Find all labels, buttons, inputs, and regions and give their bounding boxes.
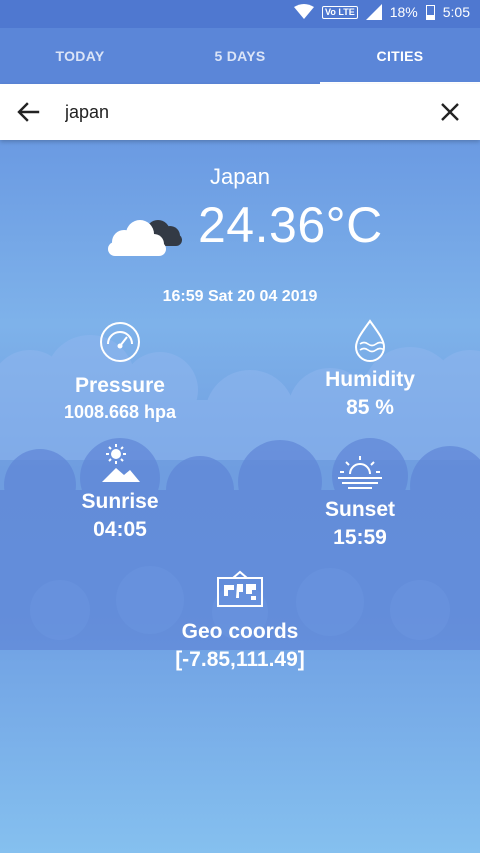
weather-panel: Japan 24.36°C 16:59 Sat 20 04 2019 Press…: [0, 140, 480, 853]
temperature: 24.36°C: [198, 197, 383, 253]
geo-coords-value: [-7.85,111.49]: [175, 648, 305, 671]
gauge-icon: [100, 322, 140, 362]
status-bar: Vo LTE 18% 5:05: [0, 0, 480, 28]
signal-icon: [365, 4, 382, 20]
city-name: Japan: [210, 164, 270, 189]
sunset-label: Sunset: [324, 498, 395, 521]
status-icons: Vo LTE 18% 5:05: [294, 4, 470, 20]
wifi-icon: [294, 4, 315, 19]
sunrise-stat: Sunrise 04:05: [40, 442, 200, 542]
geo-coords-label: Geo coords: [181, 620, 299, 643]
battery-percent: 18%: [389, 4, 418, 20]
search-bar: [0, 84, 480, 140]
tab-today[interactable]: TODAY: [0, 28, 160, 84]
geo-coords-stat: Geo coords [-7.85,111.49]: [120, 570, 360, 672]
map-icon: [217, 570, 263, 607]
close-icon[interactable]: [436, 98, 464, 126]
battery-icon: [425, 4, 435, 20]
sunset-icon: [338, 456, 382, 489]
tab-cities[interactable]: CITIES: [320, 28, 480, 84]
tab-bar: TODAY 5 DAYS CITIES: [0, 28, 480, 84]
sunrise-label: Sunrise: [81, 490, 159, 513]
humidity-value: 85 %: [346, 396, 394, 419]
sunrise-icon: [102, 444, 140, 482]
sunset-stat: Sunset 15:59: [280, 452, 440, 550]
sunrise-value: 04:05: [93, 518, 147, 541]
date-time: 16:59 Sat 20 04 2019: [162, 288, 318, 305]
sunset-value: 15:59: [333, 526, 387, 549]
pressure-stat: Pressure 1008.668 hpa: [40, 320, 200, 423]
back-arrow-icon[interactable]: [12, 96, 44, 128]
tab-5-days[interactable]: 5 DAYS: [160, 28, 320, 84]
volte-badge: Vo LTE: [322, 5, 358, 19]
water-drop-icon: [354, 319, 386, 362]
humidity-label: Humidity: [325, 368, 415, 391]
cloud-icon: [108, 220, 182, 256]
search-input[interactable]: [62, 98, 425, 126]
clock: 5:05: [442, 4, 470, 20]
humidity-stat: Humidity 85 %: [290, 318, 450, 420]
pressure-label: Pressure: [75, 374, 165, 397]
pressure-value: 1008.668 hpa: [63, 402, 177, 422]
